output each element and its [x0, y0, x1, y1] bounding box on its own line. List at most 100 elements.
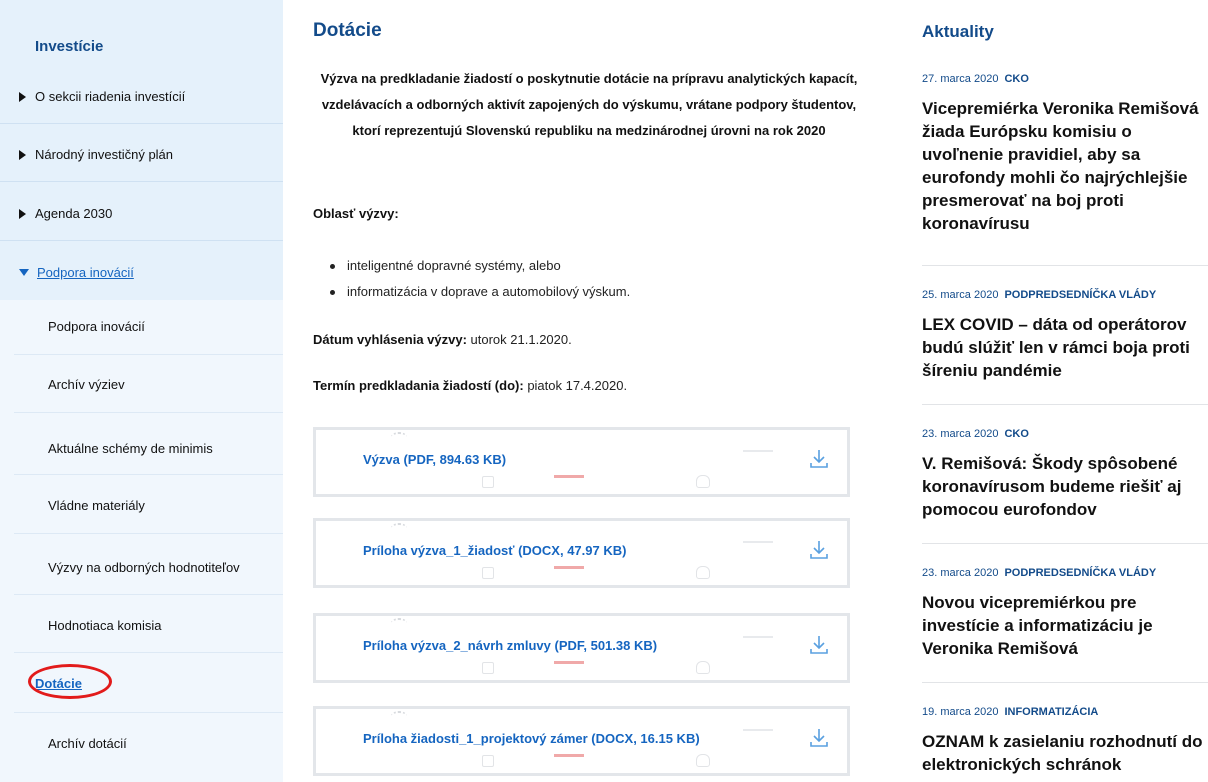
download-icon[interactable] — [809, 727, 829, 749]
divider — [14, 712, 283, 713]
document-link[interactable]: Výzva (PDF, 894.63 KB) — [363, 452, 506, 467]
sidebar: Investície O sekcii riadenia investícií … — [0, 0, 283, 782]
bullet-icon — [330, 289, 335, 295]
news-tag[interactable]: PODPREDSEDNÍČKA VLÁDY — [1004, 567, 1156, 579]
submenu — [0, 300, 283, 782]
edit-icon — [482, 567, 494, 579]
hand-icon — [696, 475, 710, 488]
news-meta: 23. marca 2020 PODPREDSEDNÍČKA VLÁDY — [922, 567, 1208, 579]
news-date: 27. marca 2020 — [922, 73, 999, 85]
divider — [0, 123, 283, 124]
news-date: 23. marca 2020 — [922, 428, 999, 440]
news-title: Aktuality — [922, 22, 994, 41]
news-item[interactable]: 19. marca 2020 INFORMATIZÁCIA OZNAM k za… — [922, 706, 1208, 776]
deadline-date: Termín predkladania žiadostí (do): piato… — [313, 378, 627, 393]
divider — [0, 240, 283, 241]
document-card: Výzva (PDF, 894.63 KB) — [313, 427, 850, 497]
sidebar-item-narodny-plan[interactable]: Národný investičný plán — [19, 147, 173, 162]
submenu-item-schemy-de-minimis[interactable]: Aktuálne schémy de minimis — [48, 441, 213, 456]
loading-icon — [391, 618, 407, 628]
announce-date: Dátum vyhlásenia výzvy: utorok 21.1.2020… — [313, 332, 572, 347]
highlight-annotation — [28, 664, 112, 699]
area-list: inteligentné dopravné systémy, alebo inf… — [330, 253, 630, 305]
area-label: Oblasť výzvy: — [313, 206, 399, 221]
placeholder-bar — [554, 754, 584, 757]
sidebar-item-o-sekcii[interactable]: O sekcii riadenia investícií — [19, 89, 185, 104]
download-icon[interactable] — [809, 634, 829, 656]
document-card: Príloha výzva_2_návrh zmluvy (PDF, 501.3… — [313, 613, 850, 683]
news-headline[interactable]: Novou vicepremiérkou pre investície a in… — [922, 591, 1208, 660]
submenu-item-podpora-inovacii[interactable]: Podpora inovácií — [48, 319, 145, 334]
hand-icon — [696, 566, 710, 579]
sidebar-item-label: O sekcii riadenia investícií — [35, 89, 186, 104]
submenu-item-vyzvy-hodnotitelov[interactable]: Výzvy na odborných hodnotiteľov — [48, 560, 240, 575]
divider — [14, 652, 283, 653]
download-icon[interactable] — [809, 539, 829, 561]
caret-right-icon — [19, 208, 26, 219]
list-item-text: informatizácia v doprave a automobilový … — [347, 284, 631, 299]
news-meta: 27. marca 2020 CKO — [922, 73, 1208, 85]
news-item[interactable]: 27. marca 2020 CKO Vicepremiérka Veronik… — [922, 73, 1208, 235]
submenu-item-hodnotiaca-komisia[interactable]: Hodnotiaca komisia — [48, 618, 161, 633]
divider — [14, 533, 283, 534]
divider — [0, 181, 283, 182]
list-item: informatizácia v doprave a automobilový … — [330, 279, 630, 305]
news-item[interactable]: 23. marca 2020 PODPREDSEDNÍČKA VLÁDY Nov… — [922, 567, 1208, 660]
news-item[interactable]: 23. marca 2020 CKO V. Remišová: Škody sp… — [922, 428, 1208, 521]
list-item-text: inteligentné dopravné systémy, alebo — [347, 258, 561, 273]
sidebar-item-podpora-inovacii[interactable]: Podpora inovácií — [19, 265, 134, 280]
caret-right-icon — [19, 149, 26, 160]
news-meta: 19. marca 2020 INFORMATIZÁCIA — [922, 706, 1208, 718]
placeholder-bar — [554, 566, 584, 569]
news-tag[interactable]: CKO — [1004, 428, 1028, 440]
submenu-item-archiv-dotacii[interactable]: Archív dotácií — [48, 736, 127, 751]
placeholder-bar — [554, 661, 584, 664]
document-card: Príloha žiadosti_1_projektový zámer (DOC… — [313, 706, 850, 776]
hand-icon — [696, 661, 710, 674]
page-title: Dotácie — [313, 20, 382, 41]
placeholder-bar — [554, 475, 584, 478]
divider — [922, 682, 1208, 683]
submenu-item-archiv-vyziev[interactable]: Archív výziev — [48, 377, 125, 392]
divider — [922, 543, 1208, 544]
divider — [922, 265, 1208, 266]
sidebar-item-label: Agenda 2030 — [35, 206, 113, 221]
edit-icon — [482, 476, 494, 488]
loading-icon — [391, 523, 407, 533]
news-tag[interactable]: PODPREDSEDNÍČKA VLÁDY — [1004, 289, 1156, 301]
document-link[interactable]: Príloha výzva_2_návrh zmluvy (PDF, 501.3… — [363, 638, 657, 653]
news-headline[interactable]: OZNAM k zasielaniu rozhodnutí do elektro… — [922, 730, 1208, 776]
news-date: 23. marca 2020 — [922, 567, 999, 579]
news-date: 19. marca 2020 — [922, 706, 999, 718]
sidebar-item-agenda-2030[interactable]: Agenda 2030 — [19, 206, 112, 221]
submenu-item-vladne-materialy[interactable]: Vládne materiály — [48, 498, 145, 513]
bullet-icon — [330, 263, 335, 269]
placeholder-bar — [743, 450, 773, 452]
announce-value: utorok 21.1.2020. — [470, 332, 572, 347]
news-headline[interactable]: LEX COVID – dáta od operátorov budú slúž… — [922, 313, 1208, 382]
caret-right-icon — [19, 91, 26, 102]
document-link[interactable]: Príloha žiadosti_1_projektový zámer (DOC… — [363, 731, 700, 746]
news-headline[interactable]: V. Remišová: Škody spôsobené koronavírus… — [922, 452, 1208, 521]
sidebar-item-label: Podpora inovácií — [37, 265, 134, 280]
news-tag[interactable]: INFORMATIZÁCIA — [1004, 706, 1098, 718]
placeholder-bar — [743, 541, 773, 543]
news-item[interactable]: 25. marca 2020 PODPREDSEDNÍČKA VLÁDY LEX… — [922, 289, 1208, 382]
deadline-value: piatok 17.4.2020. — [527, 378, 628, 393]
sidebar-title[interactable]: Investície — [35, 38, 103, 55]
caret-down-icon — [19, 269, 29, 276]
loading-icon — [391, 432, 407, 442]
divider — [922, 404, 1208, 405]
news-headline[interactable]: Vicepremiérka Veronika Remišová žiada Eu… — [922, 97, 1208, 235]
divider — [14, 354, 283, 355]
edit-icon — [482, 755, 494, 767]
list-item: inteligentné dopravné systémy, alebo — [330, 253, 630, 279]
download-icon[interactable] — [809, 448, 829, 470]
news-date: 25. marca 2020 — [922, 289, 999, 301]
news-meta: 23. marca 2020 CKO — [922, 428, 1208, 440]
news-tag[interactable]: CKO — [1004, 73, 1028, 85]
news-meta: 25. marca 2020 PODPREDSEDNÍČKA VLÁDY — [922, 289, 1208, 301]
announce-label: Dátum vyhlásenia výzvy: — [313, 332, 467, 347]
document-card: Príloha výzva_1_žiadosť (DOCX, 47.97 KB) — [313, 518, 850, 588]
document-link[interactable]: Príloha výzva_1_žiadosť (DOCX, 47.97 KB) — [363, 543, 626, 558]
